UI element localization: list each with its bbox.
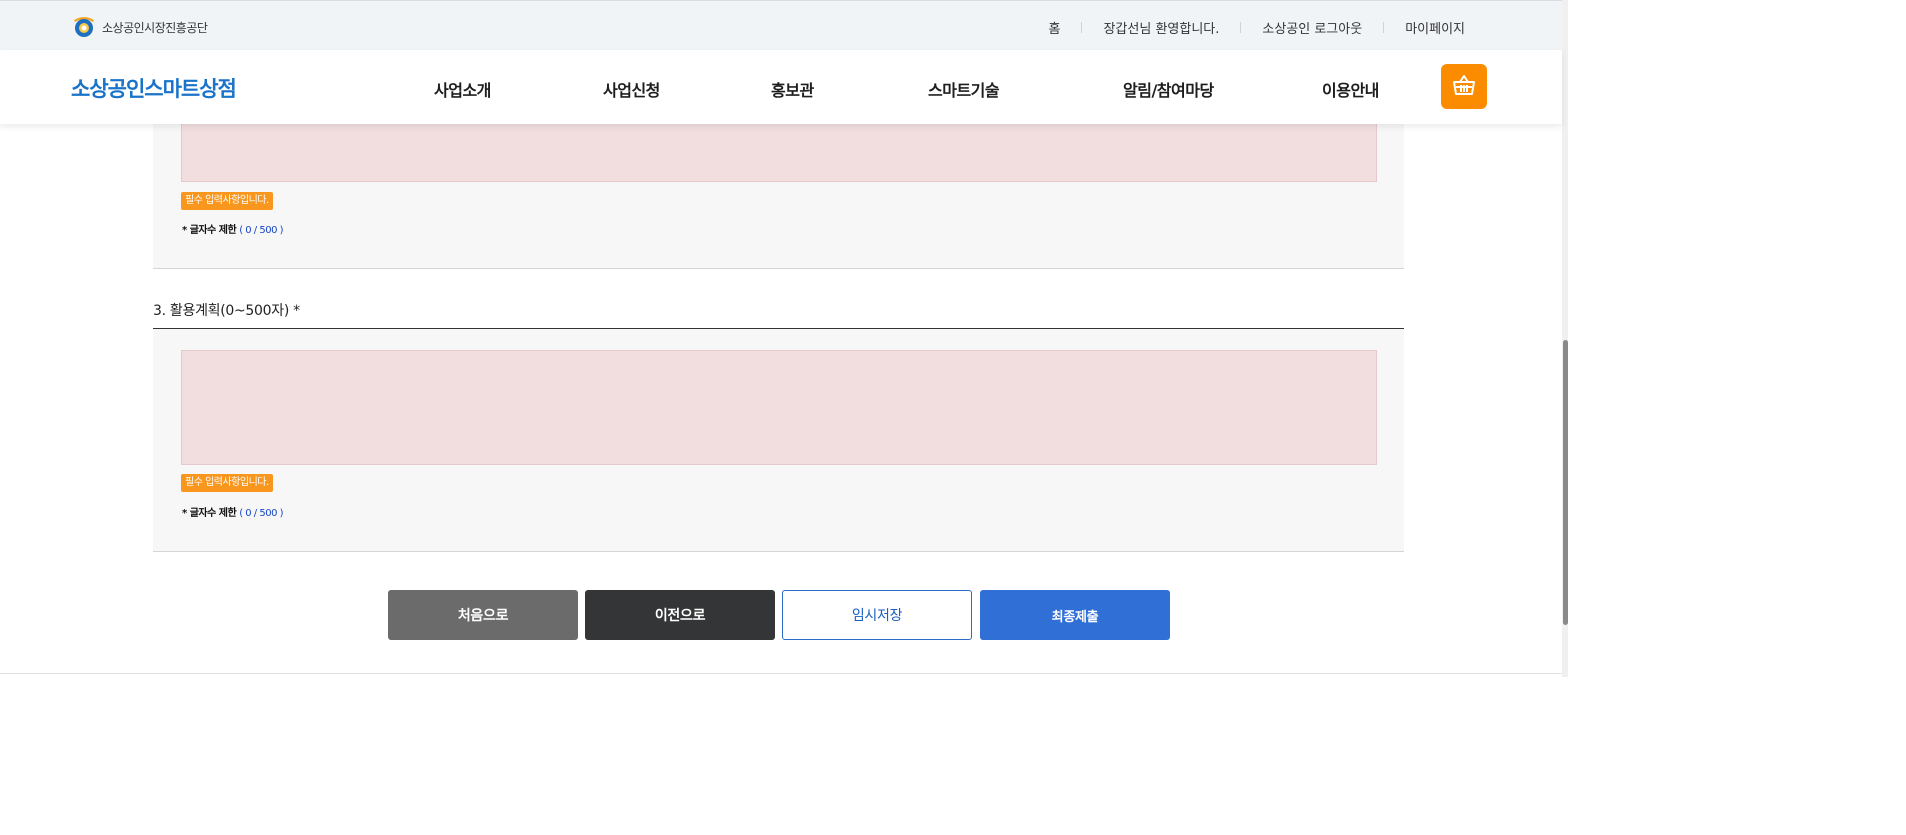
nav-item-promotion[interactable]: 홍보관 xyxy=(771,77,814,101)
welcome-text: 장갑선님 환영합니다. xyxy=(1103,22,1220,37)
required-badge: 필수 입력사항입니다. xyxy=(181,474,273,492)
section-3-box: 필수 입력사항입니다. * 글자수 제한 ( 0 / 500 ) xyxy=(153,329,1404,552)
scrollbar-thumb[interactable] xyxy=(1563,340,1568,625)
nav-item-notice[interactable]: 알림/참여마당 xyxy=(1123,77,1214,101)
char-limit: * 글자수 제한 ( 0 / 500 ) xyxy=(182,221,284,236)
cart-button[interactable] xyxy=(1441,64,1487,109)
char-limit-label: * 글자수 제한 xyxy=(182,225,237,236)
site-logo[interactable]: 소상공인스마트상점 xyxy=(71,73,237,103)
divider xyxy=(1240,22,1242,33)
org-emblem-icon xyxy=(71,16,97,38)
basket-icon xyxy=(1452,74,1476,100)
required-badge: 필수 입력사항입니다. xyxy=(181,192,273,210)
logout-link[interactable]: 소상공인 로그아웃 xyxy=(1262,18,1362,37)
divider xyxy=(1383,22,1385,33)
divider xyxy=(1081,22,1083,33)
char-limit: * 글자수 제한 ( 0 / 500 ) xyxy=(182,504,284,519)
org-logo[interactable]: 소상공인시장진흥공단 xyxy=(71,16,208,38)
section-2-textarea[interactable] xyxy=(181,118,1377,182)
final-submit-button[interactable]: 최종제출 xyxy=(980,590,1170,640)
mypage-link[interactable]: 마이페이지 xyxy=(1405,18,1465,37)
char-limit-label: * 글자수 제한 xyxy=(182,508,237,519)
temp-save-button[interactable]: 임시저장 xyxy=(782,590,972,640)
nav-item-guide[interactable]: 이용안내 xyxy=(1322,77,1379,101)
previous-button[interactable]: 이전으로 xyxy=(585,590,775,640)
usage-plan-textarea[interactable] xyxy=(181,350,1377,465)
char-limit-count: ( 0 / 500 ) xyxy=(239,225,284,236)
nav-item-smart-tech[interactable]: 스마트기술 xyxy=(928,77,1000,101)
nav-item-application[interactable]: 사업신청 xyxy=(603,77,660,101)
org-name: 소상공인시장진흥공단 xyxy=(102,20,208,35)
footer-divider xyxy=(0,673,1562,674)
section-2-box: 필수 입력사항입니다. * 글자수 제한 ( 0 / 500 ) xyxy=(153,118,1404,269)
home-link[interactable]: 홈 xyxy=(1049,18,1061,37)
char-limit-count: ( 0 / 500 ) xyxy=(239,508,284,519)
utility-bar: 소상공인시장진흥공단 홈 장갑선님 환영합니다. 소상공인 로그아웃 마이페이지 xyxy=(0,0,1562,50)
main-header: 소상공인스마트상점 사업소개 사업신청 홍보관 스마트기술 알림/참여마당 이용… xyxy=(0,50,1562,124)
utility-links: 홈 장갑선님 환영합니다. 소상공인 로그아웃 마이페이지 xyxy=(1049,18,1465,37)
nav-item-business-intro[interactable]: 사업소개 xyxy=(434,77,491,101)
section-3-title: 3. 활용계획(0~500자) * xyxy=(153,303,300,319)
first-page-button[interactable]: 처음으로 xyxy=(388,590,578,640)
